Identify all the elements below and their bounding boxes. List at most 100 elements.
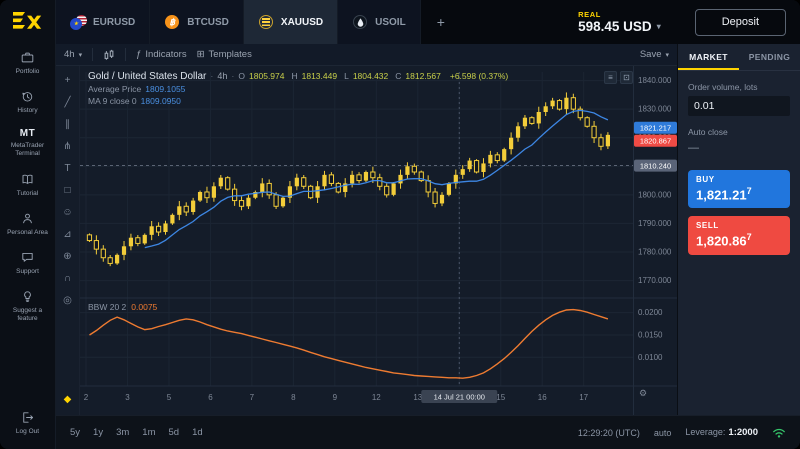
sidebar-item-tutorial[interactable]: Tutorial bbox=[0, 166, 56, 205]
instrument-tab-btcusd[interactable]: ฿ BTCUSD bbox=[150, 0, 244, 44]
timeframe-select[interactable]: 4h▾ bbox=[64, 49, 82, 60]
candle-body bbox=[329, 175, 333, 184]
measure-tool-icon[interactable]: ⊿ bbox=[58, 224, 78, 244]
date-label: 12 bbox=[372, 393, 381, 402]
trendline-tool-icon[interactable]: ╱ bbox=[58, 92, 78, 112]
range-1d-button[interactable]: 1d bbox=[192, 427, 203, 438]
candle-body bbox=[544, 106, 548, 112]
candle-body bbox=[191, 201, 195, 212]
bbw-tick-label: 0.0100 bbox=[638, 353, 663, 362]
indicators-button[interactable]: ƒ Indicators bbox=[136, 49, 186, 60]
emoji-tool-icon[interactable]: ☺ bbox=[58, 202, 78, 222]
shapes-tool-icon[interactable]: □ bbox=[58, 180, 78, 200]
sell-button[interactable]: SELL 1,820.867 bbox=[688, 216, 790, 254]
sidebar-item-portfolio[interactable]: Portfolio bbox=[0, 44, 56, 83]
candle-body bbox=[447, 183, 451, 194]
price-tick-label: 1780.000 bbox=[638, 248, 672, 257]
candle-body bbox=[136, 238, 140, 244]
range-5d-button[interactable]: 5d bbox=[169, 427, 180, 438]
text-tool-icon[interactable]: T bbox=[58, 158, 78, 178]
instrument-tab-eurusd[interactable]: ★ EURUSD bbox=[56, 0, 150, 44]
history-clock-icon bbox=[20, 89, 35, 104]
candle-body bbox=[571, 98, 575, 109]
person-icon bbox=[20, 211, 35, 226]
deposit-button[interactable]: Deposit bbox=[695, 9, 786, 36]
sidebar-item-logout[interactable]: Log Out bbox=[0, 404, 56, 443]
axis-settings-gear-icon[interactable]: ⚙ bbox=[639, 388, 647, 399]
crosshair-date-text: 14 Jul 21 00:00 bbox=[434, 393, 485, 402]
price-tick-label: 1830.000 bbox=[638, 105, 672, 114]
candle-body bbox=[170, 215, 174, 224]
chart-canvas[interactable]: 1840.0001830.0001820.0001810.0001800.000… bbox=[80, 66, 677, 415]
add-instrument-button[interactable]: + bbox=[421, 0, 461, 44]
save-layout-button[interactable]: Save▾ bbox=[640, 49, 669, 60]
candle-body bbox=[392, 183, 396, 194]
candle-body bbox=[156, 226, 160, 232]
chevron-down-icon: ▾ bbox=[665, 51, 669, 59]
candle-body bbox=[226, 178, 230, 189]
range-5y-button[interactable]: 5y bbox=[70, 427, 80, 438]
utc-clock: 12:29:20 (UTC) bbox=[578, 428, 640, 438]
crosshair-tool-icon[interactable]: + bbox=[58, 70, 78, 90]
order-panel: MARKET PENDING Order volume, lots 0.01 A… bbox=[677, 44, 800, 415]
chart-type-button[interactable] bbox=[103, 49, 115, 61]
auto-scale-toggle[interactable]: auto bbox=[654, 428, 672, 438]
candle-body bbox=[94, 241, 98, 250]
buy-button[interactable]: BUY 1,821.217 bbox=[688, 170, 790, 208]
tab-pending[interactable]: PENDING bbox=[739, 44, 800, 70]
templates-button[interactable]: ⊞ Templates bbox=[197, 49, 252, 60]
sidebar-item-suggest-feature[interactable]: Suggest a feature bbox=[0, 283, 56, 330]
candle-body bbox=[219, 178, 223, 187]
candle-body bbox=[302, 178, 306, 187]
target-tool-icon[interactable]: ◎ bbox=[58, 290, 78, 310]
sidebar-item-support[interactable]: Support bbox=[0, 244, 56, 283]
objects-tree-icon[interactable]: ◆ bbox=[58, 389, 78, 409]
candle-body bbox=[246, 198, 250, 207]
sidebar-item-label: Tutorial bbox=[17, 190, 38, 198]
range-3m-button[interactable]: 3m bbox=[116, 427, 129, 438]
candle-body bbox=[474, 161, 478, 172]
tab-market[interactable]: MARKET bbox=[678, 44, 739, 70]
layers-button[interactable]: ≡ bbox=[604, 71, 617, 84]
magnet-tool-icon[interactable]: ∩ bbox=[58, 268, 78, 288]
logout-icon bbox=[20, 410, 35, 425]
instrument-tab-usoil[interactable]: USOIL bbox=[338, 0, 421, 44]
sidebar-item-metatrader-terminal[interactable]: MT MetaTrader Terminal bbox=[0, 122, 56, 165]
candle-body bbox=[115, 255, 119, 264]
candle-body bbox=[426, 181, 430, 192]
candle-body bbox=[398, 175, 402, 184]
range-1y-button[interactable]: 1y bbox=[93, 427, 103, 438]
sidebar-item-label: Suggest a feature bbox=[3, 307, 53, 323]
candle-body bbox=[205, 192, 209, 198]
candle-body bbox=[87, 235, 91, 241]
date-label: 3 bbox=[125, 393, 130, 402]
sidebar-item-label: Portfolio bbox=[16, 68, 40, 76]
auto-close-input[interactable]: — bbox=[688, 142, 790, 154]
pitchfork-tool-icon[interactable]: ⋔ bbox=[58, 136, 78, 156]
account-selector[interactable]: REAL 598.45 USD ▾ bbox=[578, 0, 661, 44]
channel-tool-icon[interactable]: ∥ bbox=[58, 114, 78, 134]
sidebar-item-label: Log Out bbox=[16, 428, 39, 436]
date-label: 6 bbox=[208, 393, 213, 402]
candle-body bbox=[530, 118, 534, 124]
range-1m-button[interactable]: 1m bbox=[142, 427, 155, 438]
maximize-button[interactable]: ⊡ bbox=[620, 71, 633, 84]
candle-body bbox=[163, 223, 167, 232]
bottom-status-bar: 5y 1y 3m 1m 5d 1d 12:29:20 (UTC) auto Le… bbox=[56, 415, 800, 449]
volume-input[interactable]: 0.01 bbox=[688, 96, 790, 116]
candle-body bbox=[564, 98, 568, 109]
candle-body bbox=[378, 178, 382, 187]
candle-body bbox=[481, 163, 485, 172]
exness-logo[interactable] bbox=[0, 0, 56, 44]
chart-corner-buttons: ≡ ⊡ bbox=[604, 71, 633, 84]
candle-body bbox=[122, 246, 126, 255]
bbw-tick-label: 0.0200 bbox=[638, 308, 663, 317]
candle-body bbox=[357, 175, 361, 181]
zoom-tool-icon[interactable]: ⊕ bbox=[58, 246, 78, 266]
sidebar-item-personal-area[interactable]: Personal Area bbox=[0, 205, 56, 244]
price-tick-label: 1770.000 bbox=[638, 276, 672, 285]
sidebar-item-history[interactable]: History bbox=[0, 83, 56, 122]
instrument-tab-xauusd[interactable]: XAUUSD bbox=[244, 0, 338, 44]
usoil-drop-icon bbox=[352, 14, 368, 30]
candle-body bbox=[364, 172, 368, 181]
